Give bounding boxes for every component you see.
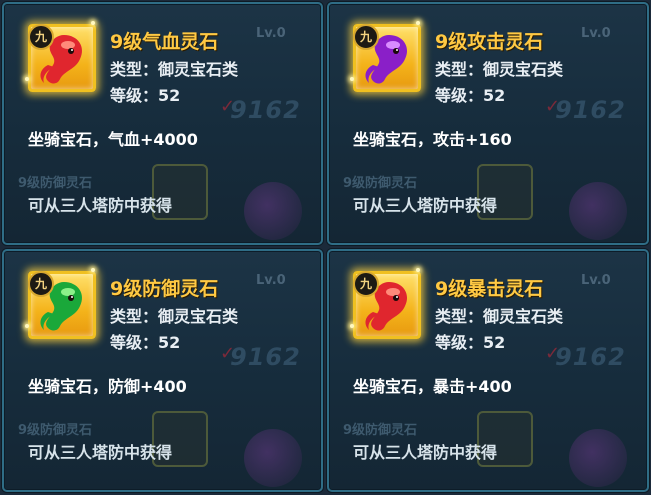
item-source: 可从三人塔防中获得 <box>353 196 498 215</box>
tier-badge: 九 <box>28 24 54 50</box>
sparkle-effect <box>91 268 95 272</box>
gem-icon-frame: 九 <box>350 268 421 339</box>
background-level-text: Lv.0 <box>581 273 611 288</box>
background-orb <box>569 182 627 240</box>
item-level: 等级：52 <box>435 86 506 105</box>
item-type: 类型：御灵宝石类 <box>435 307 564 326</box>
item-level: 等级：52 <box>110 86 181 105</box>
item-description: 坐骑宝石，攻击+160 <box>353 130 512 149</box>
item-title: 9级暴击灵石 <box>435 278 544 300</box>
item-description: 坐骑宝石，气血+4000 <box>28 130 198 149</box>
background-level-text: Lv.0 <box>256 273 286 288</box>
item-description: 坐骑宝石，防御+400 <box>28 377 187 396</box>
background-item-title: 9级防御灵石 <box>343 176 418 191</box>
background-level-text: Lv.0 <box>581 26 611 41</box>
item-level: 等级：52 <box>435 333 506 352</box>
sparkle-effect <box>350 77 354 81</box>
background-item-title: 9级防御灵石 <box>343 423 418 438</box>
item-type: 类型：御灵宝石类 <box>110 60 239 79</box>
item-title: 9级气血灵石 <box>110 31 219 53</box>
gem-icon-frame: 九 <box>350 21 421 92</box>
tier-badge: 九 <box>28 271 54 297</box>
background-orb <box>244 182 302 240</box>
sparkle-effect <box>25 77 29 81</box>
background-score-text: 9162 <box>555 343 626 371</box>
item-level: 等级：52 <box>110 333 181 352</box>
background-orb <box>244 429 302 487</box>
sparkle-effect <box>416 268 420 272</box>
item-title: 9级攻击灵石 <box>435 31 544 53</box>
item-title: 9级防御灵石 <box>110 278 219 300</box>
item-source: 可从三人塔防中获得 <box>28 443 173 462</box>
background-score-text: 9162 <box>230 343 301 371</box>
item-tooltip-card: Lv.0 ✓ 9162 9级防御灵石 九 9级暴击灵石 类型：御灵宝石类 等级：… <box>327 249 649 492</box>
tier-badge: 九 <box>353 271 379 297</box>
sparkle-effect <box>91 21 95 25</box>
item-description: 坐骑宝石，暴击+400 <box>353 377 512 396</box>
item-tooltip-card: Lv.0 ✓ 9162 9级防御灵石 九 9级气血灵石 类型：御灵宝石类 等级：… <box>2 2 323 245</box>
gem-icon-frame: 九 <box>25 21 96 92</box>
background-level-text: Lv.0 <box>256 26 286 41</box>
item-source: 可从三人塔防中获得 <box>28 196 173 215</box>
item-tooltip-card: Lv.0 ✓ 9162 9级防御灵石 九 9级防御灵石 类型：御灵宝石类 等级：… <box>2 249 323 492</box>
item-source: 可从三人塔防中获得 <box>353 443 498 462</box>
background-item-title: 9级防御灵石 <box>18 176 93 191</box>
item-tooltip-card: Lv.0 ✓ 9162 9级防御灵石 九 9级攻击灵石 类型：御灵宝石类 等级：… <box>327 2 649 245</box>
sparkle-effect <box>350 324 354 328</box>
background-score-text: 9162 <box>230 96 301 124</box>
sparkle-effect <box>416 21 420 25</box>
sparkle-effect <box>25 324 29 328</box>
tier-badge: 九 <box>353 24 379 50</box>
background-orb <box>569 429 627 487</box>
background-item-title: 9级防御灵石 <box>18 423 93 438</box>
item-type: 类型：御灵宝石类 <box>435 60 564 79</box>
gem-icon-frame: 九 <box>25 268 96 339</box>
item-type: 类型：御灵宝石类 <box>110 307 239 326</box>
background-score-text: 9162 <box>555 96 626 124</box>
